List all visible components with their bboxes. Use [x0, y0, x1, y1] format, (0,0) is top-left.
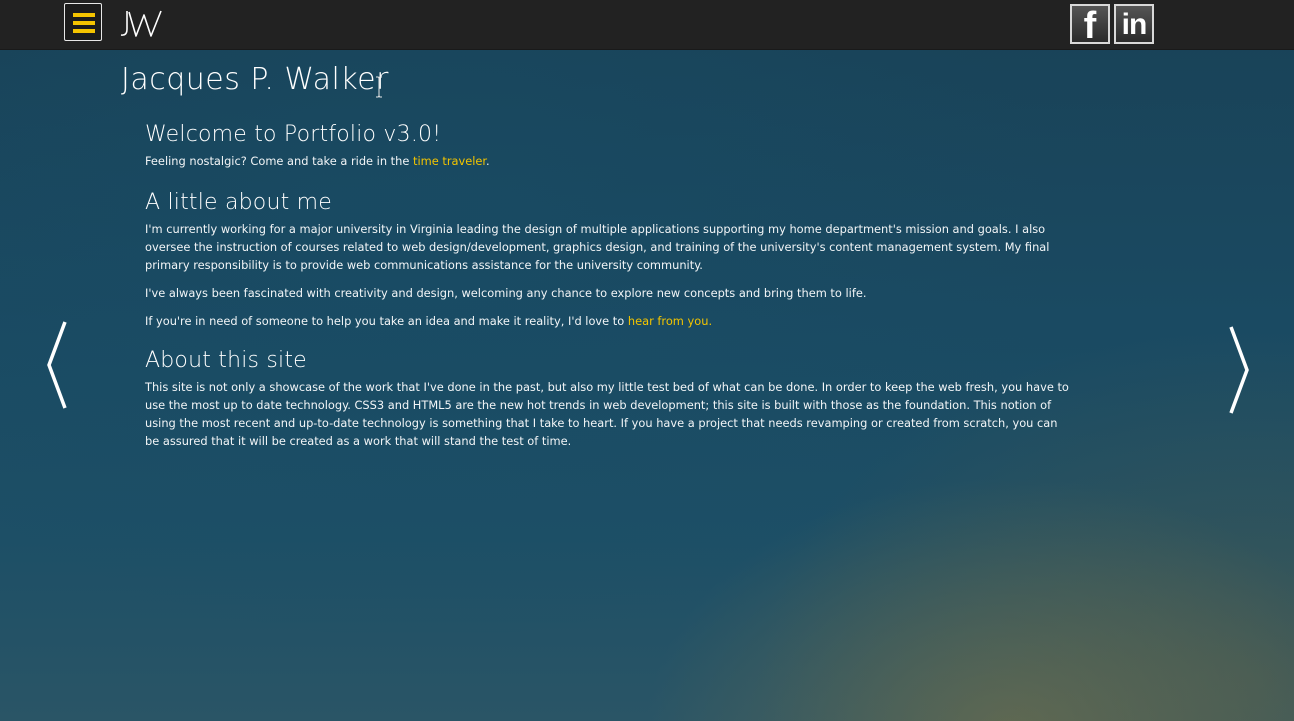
hamburger-menu-icon	[73, 13, 95, 17]
about-me-section: A little about me I'm currently working …	[145, 186, 1069, 330]
previous-slide-button[interactable]	[44, 320, 72, 410]
hamburger-menu-icon-bar	[73, 29, 95, 33]
top-navigation-bar: f in	[0, 0, 1294, 50]
text-cursor-icon	[376, 76, 382, 98]
about-me-paragraph-3: If you're in need of someone to help you…	[145, 312, 1069, 330]
welcome-text: Feeling nostalgic? Come and take a ride …	[145, 152, 1069, 170]
welcome-text-end: .	[486, 154, 490, 168]
facebook-icon: f	[1083, 5, 1097, 47]
site-title: Jacques P. Walker	[121, 62, 389, 97]
welcome-section: Welcome to Portfolio v3.0! Feeling nosta…	[145, 118, 1069, 170]
welcome-text-lead: Feeling nostalgic? Come and take a ride …	[145, 154, 413, 168]
about-me-heading: A little about me	[145, 190, 332, 215]
welcome-heading: Welcome to Portfolio v3.0!	[145, 122, 442, 147]
about-me-paragraph-1: I'm currently working for a major univer…	[145, 222, 1050, 272]
about-me-paragraph-3-lead: If you're in need of someone to help you…	[145, 314, 628, 328]
linkedin-icon: in	[1121, 8, 1148, 41]
about-site-section: About this site This site is not only a …	[145, 344, 1069, 450]
chevron-right-icon	[1229, 326, 1249, 414]
contact-link[interactable]: hear from you.	[628, 314, 712, 328]
about-site-heading: About this site	[145, 348, 307, 373]
about-me-paragraph-2: I've always been fascinated with creativ…	[145, 286, 867, 300]
linkedin-link[interactable]: in	[1114, 4, 1154, 44]
about-site-paragraph: This site is not only a showcase of the …	[145, 380, 1069, 448]
next-slide-button[interactable]	[1226, 325, 1254, 415]
chevron-left-icon	[47, 321, 67, 409]
main-content: Welcome to Portfolio v3.0! Feeling nosta…	[145, 118, 1069, 450]
facebook-link[interactable]: f	[1070, 4, 1110, 47]
jw-logo[interactable]	[118, 9, 164, 39]
hamburger-menu-icon-bar	[73, 21, 95, 25]
time-traveler-link[interactable]: time traveler	[413, 154, 486, 168]
menu-button[interactable]	[64, 3, 102, 41]
